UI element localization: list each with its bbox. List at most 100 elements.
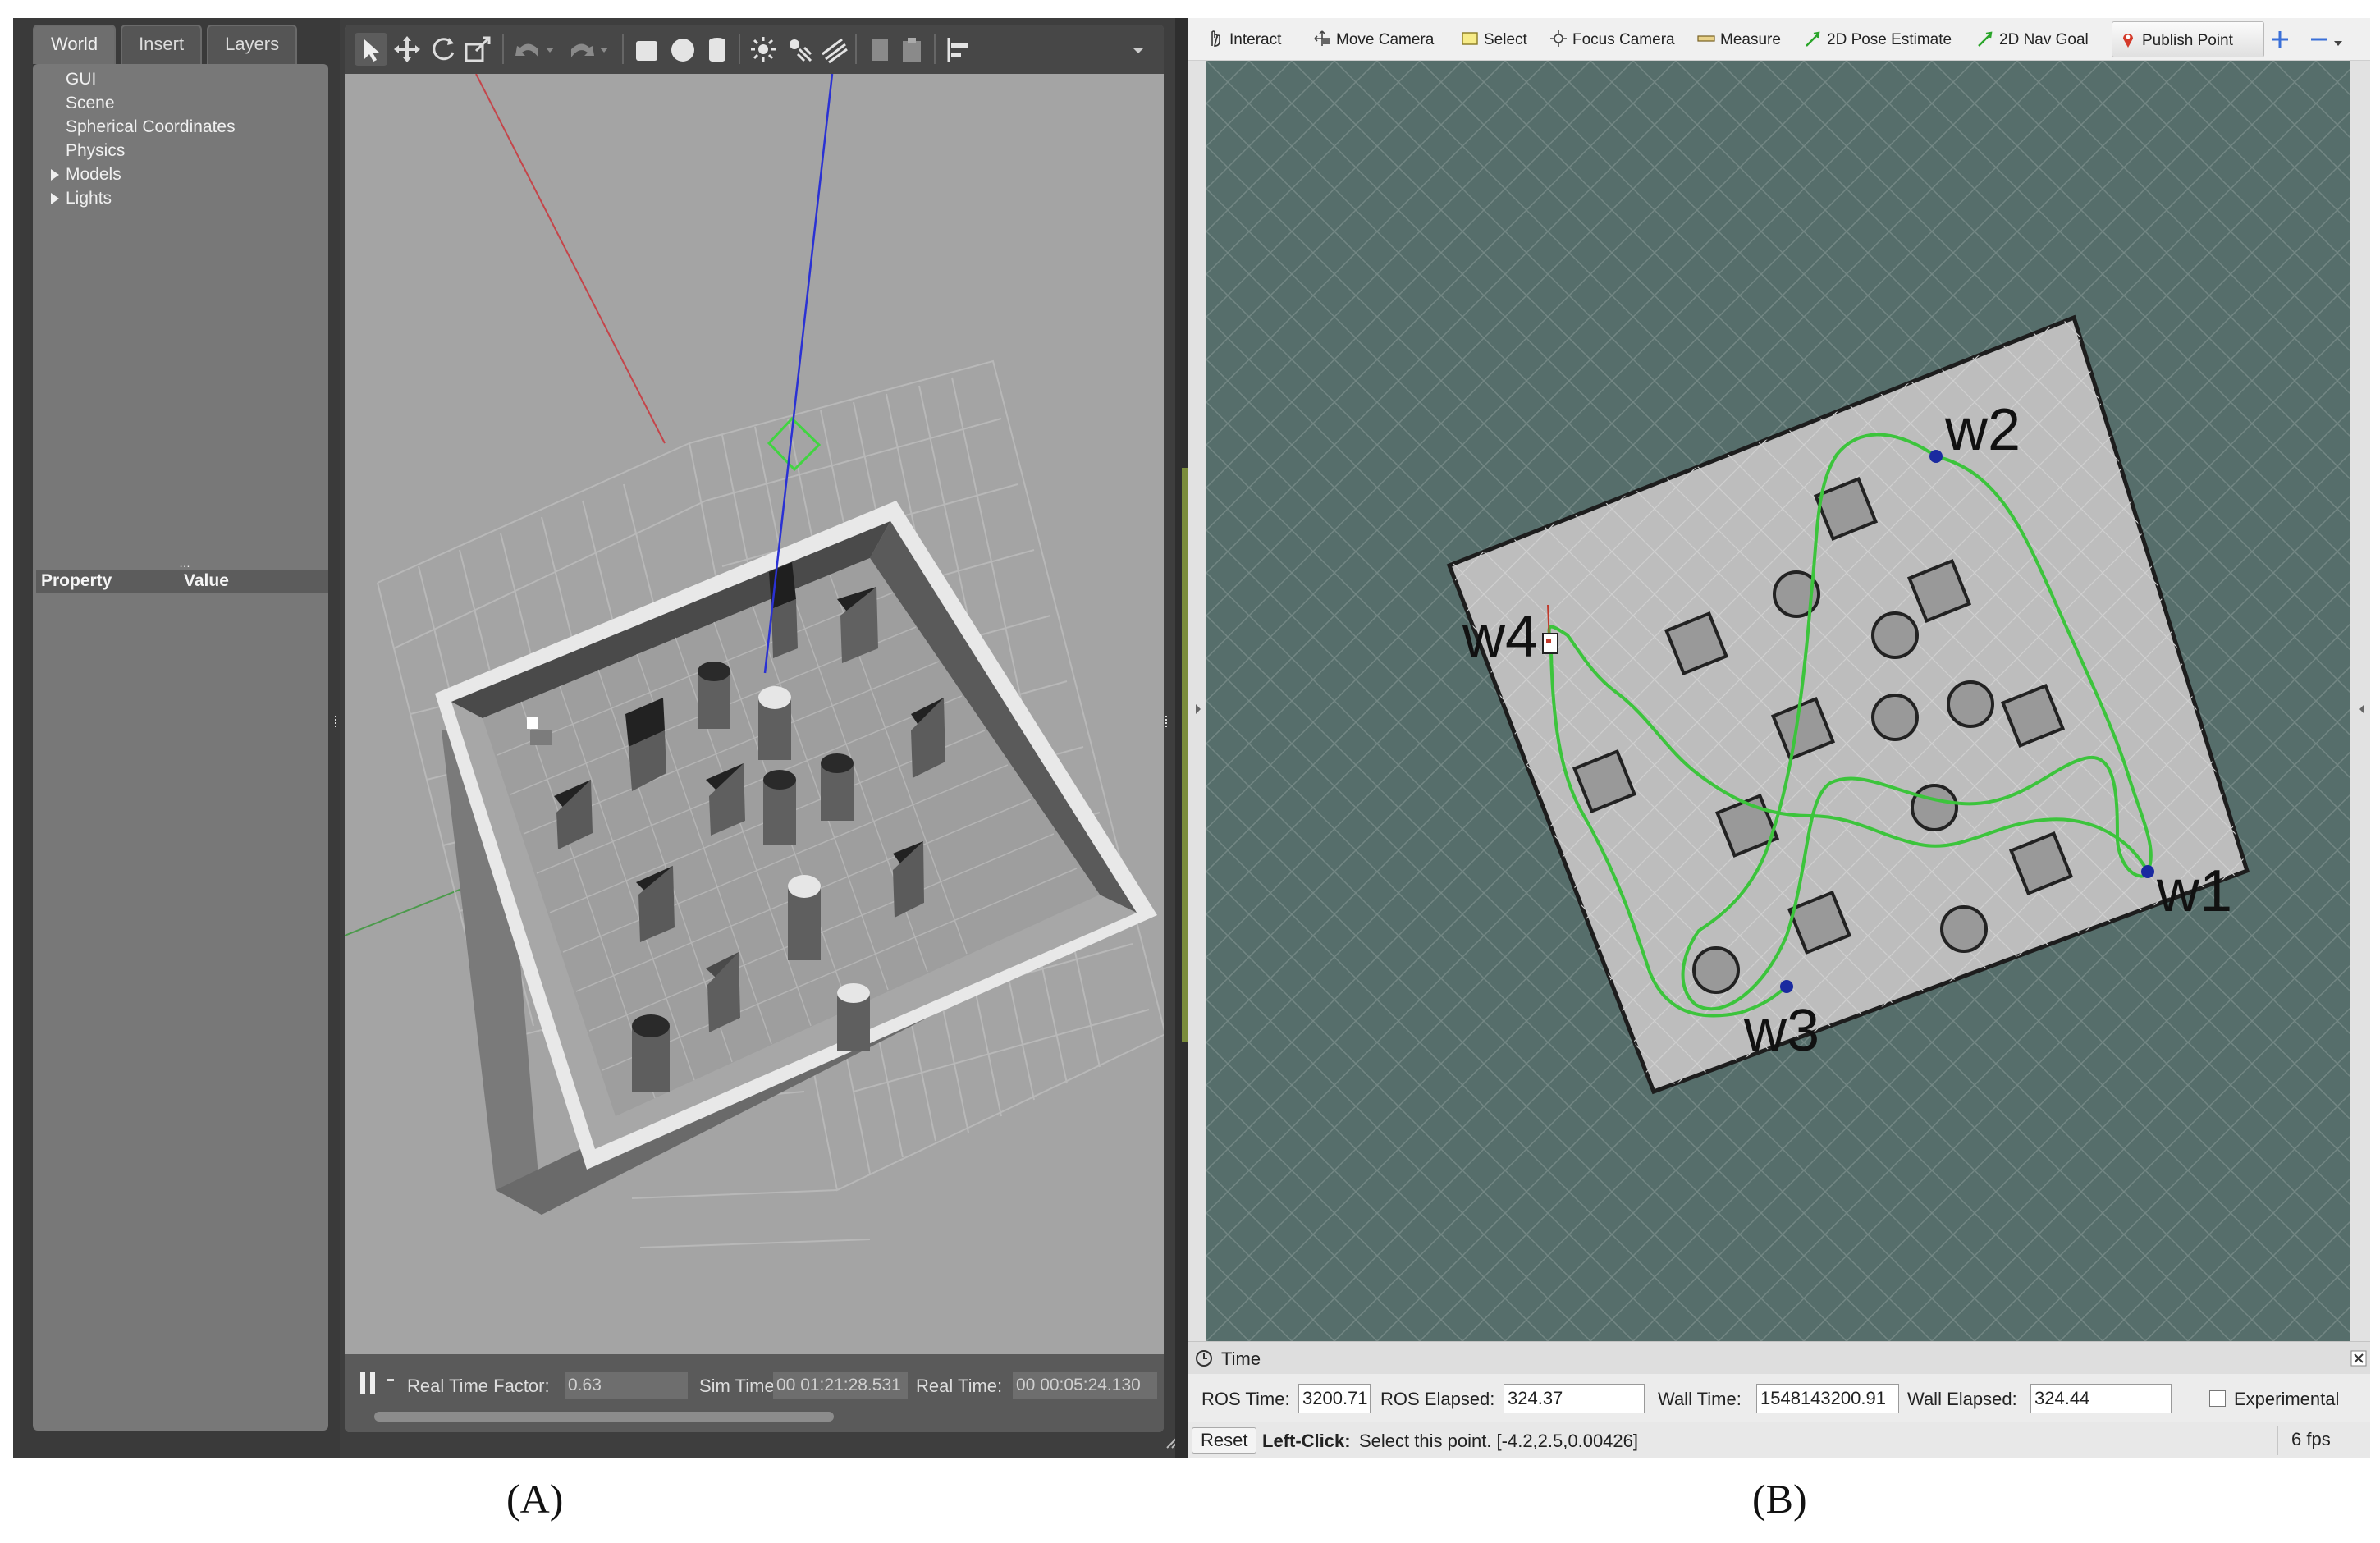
tree-item-physics[interactable]: Physics <box>33 139 236 163</box>
pose-estimate-arrow-icon <box>1806 31 1820 47</box>
panel-splitter-handle[interactable]: … <box>179 556 190 570</box>
interact-hand-icon <box>1211 30 1220 47</box>
point-light-icon[interactable] <box>747 33 780 66</box>
rotate-icon[interactable] <box>427 33 460 66</box>
waypoint-w3-dot[interactable] <box>1780 980 1793 993</box>
publish-point-tool-button[interactable]: Publish Point <box>2112 21 2264 57</box>
caption-b: (B) <box>1752 1476 1807 1522</box>
experimental-label: Experimental <box>2234 1389 2340 1409</box>
tree-item-scene[interactable]: Scene <box>33 91 236 115</box>
undo-dropdown-icon[interactable] <box>542 33 558 66</box>
tab-insert[interactable]: Insert <box>121 25 203 64</box>
left-panel-resize-handle[interactable] <box>335 716 340 727</box>
gazebo-left-panel: World Insert Layers GUI Scene Spherical … <box>13 18 340 1458</box>
expand-arrow-icon[interactable] <box>51 169 59 181</box>
value-column-header: Value <box>184 571 229 590</box>
waypoint-w3-label: w3 <box>1743 998 1819 1064</box>
wall-time-field[interactable]: 1548143200.91 <box>1756 1384 1899 1413</box>
undo-icon[interactable] <box>512 33 545 66</box>
focus-camera-tool-button[interactable]: Focus Camera <box>1549 28 1675 53</box>
experimental-checkbox[interactable] <box>2209 1390 2226 1407</box>
pose-estimate-tool-button[interactable]: 2D Pose Estimate <box>1804 28 1952 53</box>
robot-base <box>530 730 552 745</box>
time-panel-title: Time <box>1221 1348 1261 1369</box>
scale-icon[interactable] <box>461 33 494 66</box>
select-tool-button[interactable]: Select <box>1461 28 1527 53</box>
tab-world[interactable]: World <box>33 25 117 64</box>
copy-icon[interactable] <box>863 33 896 66</box>
property-column-header: Property <box>41 571 112 590</box>
status-hint-text: Select this point. [-4.2,2.5,0.00426] <box>1359 1431 1639 1451</box>
real-time-value: 00 00:05:24.130 <box>1013 1372 1157 1399</box>
gazebo-3d-scene[interactable] <box>345 74 1164 1354</box>
gazebo-status-bar: Real Time Factor: 0.63 Sim Time: 00 01:2… <box>345 1354 1164 1432</box>
horizontal-scrollbar[interactable] <box>374 1412 834 1422</box>
toolbar-overflow-icon[interactable] <box>1126 33 1151 66</box>
measure-tool-button[interactable]: Measure <box>1697 28 1781 53</box>
robot-model[interactable] <box>527 717 538 729</box>
rviz-status-bar: Reset Left-Click: Select this point. [-4… <box>1188 1422 2370 1458</box>
status-hint-bold: Left-Click: <box>1262 1431 1351 1451</box>
real-time-factor-label: Real Time Factor: <box>407 1376 550 1396</box>
redo-icon[interactable] <box>565 33 597 66</box>
select-box-icon <box>1462 32 1478 45</box>
step-separator <box>387 1379 394 1381</box>
nav-goal-tool-button[interactable]: 2D Nav Goal <box>1976 28 2089 53</box>
status-divider <box>2277 1426 2278 1455</box>
ros-elapsed-field[interactable]: 324.37 <box>1504 1384 1645 1413</box>
move-camera-icon <box>1314 30 1330 46</box>
cylinder-shape-icon[interactable] <box>701 33 734 66</box>
ros-elapsed-label: ROS Elapsed: <box>1380 1389 1495 1409</box>
ros-time-field[interactable]: 3200.71 <box>1298 1384 1371 1413</box>
interact-tool-button[interactable]: Interact <box>1206 28 1281 53</box>
translate-icon[interactable] <box>391 33 423 66</box>
pause-icon[interactable] <box>358 1369 379 1399</box>
sphere-shape-icon[interactable] <box>666 33 699 66</box>
waypoint-w1-dot[interactable] <box>2141 865 2154 878</box>
reset-button[interactable]: Reset <box>1192 1427 1257 1454</box>
rviz-left-dock-collapsed[interactable] <box>1188 61 1206 1341</box>
tab-layers[interactable]: Layers <box>207 25 298 64</box>
rviz-window: Interact Move Camera Select Focus Camera… <box>1188 18 2370 1458</box>
x-axis-line <box>475 74 666 444</box>
tool-label: Select <box>1484 31 1527 48</box>
rviz-right-dock-collapsed[interactable] <box>2350 61 2370 1341</box>
spot-light-icon[interactable] <box>783 33 816 66</box>
paste-icon[interactable] <box>896 33 929 66</box>
align-icon[interactable] <box>942 33 975 66</box>
tree-item-gui[interactable]: GUI <box>33 67 236 91</box>
gazebo-tab-bar: World Insert Layers <box>33 25 302 66</box>
right-panel-resize-handle[interactable] <box>1165 716 1170 727</box>
move-camera-tool-button[interactable]: Move Camera <box>1313 28 1434 53</box>
caption-a: (A) <box>506 1476 564 1522</box>
nav-goal-arrow-icon <box>1978 31 1993 47</box>
redo-dropdown-icon[interactable] <box>596 33 612 66</box>
world-tree: GUI Scene Spherical Coordinates Physics … <box>33 67 236 210</box>
waypoint-w4-label: w4 <box>1462 604 1538 670</box>
directional-light-icon[interactable] <box>817 33 850 66</box>
gazebo-render-area: Real Time Factor: 0.63 Sim Time: 00 01:2… <box>345 25 1164 1432</box>
tree-item-label: Lights <box>66 189 112 208</box>
box-shape-icon[interactable] <box>630 33 663 66</box>
collapse-left-arrow-icon[interactable] <box>1193 701 1203 717</box>
close-panel-icon[interactable] <box>2350 1350 2367 1367</box>
tree-item-lights[interactable]: Lights <box>33 186 236 210</box>
tree-item-models[interactable]: Models <box>33 163 236 186</box>
add-tool-plus-icon[interactable] <box>2268 28 2291 51</box>
tree-item-label: GUI <box>66 70 97 89</box>
focus-camera-icon <box>1550 30 1567 47</box>
tool-label: 2D Nav Goal <box>1999 31 2089 48</box>
tool-label: Focus Camera <box>1572 31 1675 48</box>
publish-point-pin-icon <box>2123 34 2133 48</box>
tree-item-spherical-coordinates[interactable]: Spherical Coordinates <box>33 115 236 139</box>
wall-elapsed-field[interactable]: 324.44 <box>2030 1384 2172 1413</box>
collapse-right-arrow-icon[interactable] <box>2357 701 2367 717</box>
robot-marker-dot <box>1546 639 1551 643</box>
waypoint-w2-dot[interactable] <box>1929 450 1943 463</box>
rviz-3d-view[interactable]: w1 w2 w3 w4 <box>1206 61 2350 1341</box>
remove-tool-minus-icon[interactable] <box>2308 28 2349 51</box>
expand-arrow-icon[interactable] <box>51 193 59 204</box>
select-arrow-icon[interactable] <box>355 33 387 66</box>
sim-time-value: 00 01:21:28.531 <box>773 1372 908 1399</box>
world-tree-panel: GUI Scene Spherical Coordinates Physics … <box>33 64 328 1431</box>
